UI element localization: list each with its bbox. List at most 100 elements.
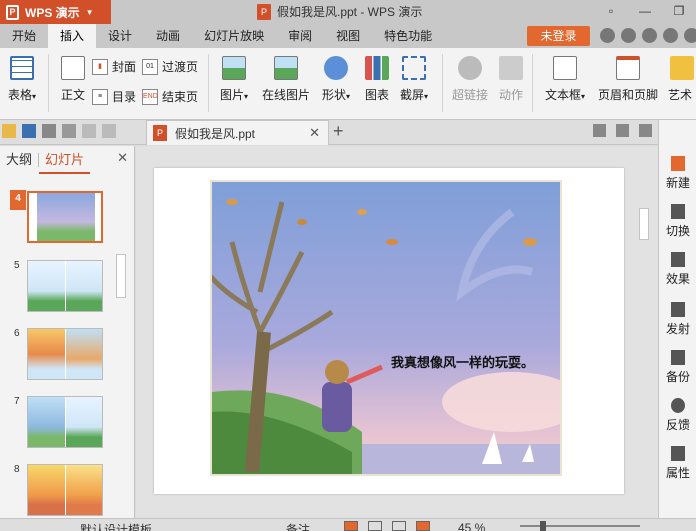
slide-thumbnail[interactable] [27,328,103,380]
undo-icon[interactable] [82,124,96,138]
feedback-button[interactable]: 反馈 [659,398,696,433]
screenshot-button[interactable]: 截屏▾ [396,56,432,103]
properties-button[interactable]: 属性 [659,446,696,481]
body-button[interactable]: 正文 [58,56,88,103]
login-button[interactable]: 未登录 [527,26,590,46]
document-tab[interactable]: P 假如我是风.ppt ✕ [146,120,329,145]
textbox-button[interactable]: 文本框▾ [540,56,590,103]
sync-icon[interactable] [621,28,636,43]
slide-editor: 我真想像风一样的玩耍。 [136,146,658,518]
transition-page-button[interactable]: 01 过渡页 [142,58,198,75]
table-label: 表格 [7,88,32,102]
notes-button[interactable]: 备注 [286,521,310,531]
effects-button[interactable]: 效果 [659,252,696,287]
toc-label: 目录 [112,90,137,104]
save-icon[interactable] [22,124,36,138]
slide-thumbnail[interactable] [27,464,103,516]
shape-icon [324,56,348,80]
slide-canvas[interactable]: 我真想像风一样的玩耍。 [154,168,624,494]
close-icon[interactable]: ✕ [309,125,320,141]
maximize-button[interactable]: ❐ [662,0,696,24]
zoom-slider[interactable] [520,521,640,531]
tab-animation[interactable]: 动画 [144,24,192,48]
send-label: 发射 [665,322,690,336]
slide-number: 5 [14,260,20,271]
tab-home[interactable]: 开始 [0,24,48,48]
redo-icon[interactable] [102,124,116,138]
new-tab-button[interactable]: + [333,121,344,142]
help-icon[interactable] [663,28,678,43]
shirt-icon[interactable] [642,28,657,43]
play-icon [499,56,523,80]
switch-button[interactable]: 切换 [659,204,696,239]
restore-icon[interactable] [616,124,629,137]
tab-insert[interactable]: 插入 [48,24,97,48]
slide-thumbnail[interactable] [27,396,103,448]
hyperlink-button[interactable]: 超链接 [450,56,490,103]
slideshow-icon[interactable] [416,521,430,531]
skin-icon[interactable]: ▫ [594,0,628,24]
scrollbar-thumb[interactable] [116,254,126,298]
tab-review[interactable]: 审阅 [276,24,324,48]
tab-outline[interactable]: 大纲 [0,146,38,174]
new-label: 新建 [665,176,690,190]
print-preview-icon[interactable] [62,124,76,138]
slide-sorter-icon[interactable] [368,521,382,531]
close-document-icon[interactable] [639,124,652,137]
zoom-slider-knob[interactable] [540,521,546,531]
shape-button[interactable]: 形状▾ [318,56,354,103]
editor-scrollbar[interactable] [637,182,651,502]
tab-slides[interactable]: 幻灯片 [39,146,91,174]
cloud-icon[interactable] [600,28,615,43]
slide-thumbnail[interactable] [27,260,103,312]
send-button[interactable]: 发射 [659,302,696,337]
action-button[interactable]: 动作 [496,56,526,103]
effects-label: 效果 [665,272,690,286]
tab-features[interactable]: 特色功能 [372,24,444,48]
header-footer-button[interactable]: 页眉和页脚 [596,56,660,103]
close-icon[interactable]: ✕ [117,150,128,166]
open-folder-icon[interactable] [2,124,16,138]
scrollbar-thumb[interactable] [639,208,649,240]
print-icon[interactable] [42,124,56,138]
online-picture-button[interactable]: 在线图片 [260,56,312,103]
reading-view-icon[interactable] [392,521,406,531]
feedback-icon [671,398,685,413]
backup-icon [671,350,685,365]
slide-text-box[interactable]: 我真想像风一样的玩耍。 [391,352,534,371]
chevron-down-icon: ▼ [85,7,94,17]
tab-design[interactable]: 设计 [96,24,144,48]
list-icon: ≡ [92,88,108,105]
backup-button[interactable]: 备份 [659,350,696,385]
minimize-button[interactable]: — [628,0,662,24]
tab-view[interactable]: 视图 [324,24,372,48]
slide-number: 7 [14,396,20,407]
end-page-button[interactable]: END 结束页 [142,88,198,105]
chart-button[interactable]: 图表 [362,56,392,103]
bookmark-icon: ▮ [92,58,108,75]
screenshot-icon [402,56,426,80]
table-button[interactable]: 表格▾ [4,56,40,103]
cover-button[interactable]: ▮ 封面 [92,58,136,75]
wps-logo-icon: P [6,4,19,20]
thumbnail-scrollbar[interactable] [114,186,128,516]
slide-panel: 大纲 幻灯片 ✕ 4 5 6 7 8 [0,146,135,518]
picture-button[interactable]: 图片▾ [216,56,252,103]
template-name[interactable]: 默认设计模板 [80,521,152,531]
menu-tabs: 开始 插入 设计 动画 幻灯片放映 审阅 视图 特色功能 [0,24,696,48]
new-slide-button[interactable]: 新建 [659,156,696,191]
collapse-ribbon-icon[interactable] [684,28,696,43]
ribbon-insert: 表格▾ 正文 ▮ 封面 01 过渡页 ≡ 目录 END 结束页 图片▾ 在线图片… [0,48,696,120]
app-menu-button[interactable]: P WPS 演示 ▼ [0,0,111,24]
cover-label: 封面 [112,60,137,74]
slide-thumbnail[interactable] [27,191,103,243]
normal-view-icon[interactable] [344,521,358,531]
online-picture-label: 在线图片 [261,88,310,102]
art-text-button[interactable]: 艺术 [668,56,696,103]
action-label: 动作 [498,88,523,102]
windy-tree-illustration [212,182,560,474]
header-footer-icon [616,56,640,80]
tools-icon[interactable] [593,124,606,137]
tab-slideshow[interactable]: 幻灯片放映 [192,24,276,48]
toc-button[interactable]: ≡ 目录 [92,88,136,105]
